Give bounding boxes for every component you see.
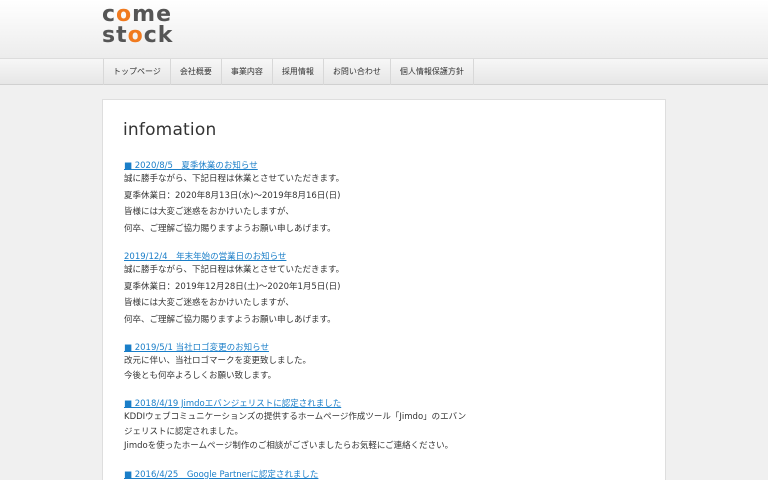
nav-item-top[interactable]: トップページ [103,59,171,85]
news-text: Jimdoを使ったホームページ制作のご相談がございましたらお気軽にご連絡ください… [124,441,454,451]
company-logo[interactable]: come stock [102,4,192,50]
logo-line-2: stock [102,23,174,48]
news-text: 改元に伴い、当社ロゴマークを変更致しました。 [124,356,312,366]
news-text: 誠に勝手ながら、下記日程は休業とさせていただきます。 [124,265,345,275]
news-title-link[interactable]: ■ 2018/4/19 Jimdoエバンジェリストに認定されました [124,398,644,410]
news-text: 誠に勝手ながら、下記日程は休業とさせていただきます。 [124,174,345,184]
nav-item-company[interactable]: 会社概要 [171,59,222,85]
news-entry: 2019/12/4 年末年始の営業日のお知らせ 誠に勝手ながら、下記日程は休業と… [124,251,644,327]
nav-menu: トップページ 会社概要 事業内容 採用情報 お問い合わせ 個人情報保護方針 [103,59,474,85]
news-title-link[interactable]: ■ 2016/4/25 Google Partnerに認定されました [124,469,644,480]
nav-item-recruit[interactable]: 採用情報 [273,59,324,85]
news-entry: ■ 2016/4/25 Google Partnerに認定されました [124,469,644,480]
nav-item-contact[interactable]: お問い合わせ [324,59,391,85]
news-text: ジェリストに認定されました。 [124,426,244,437]
page-title: infomation [123,120,217,140]
news-text: 何卒、ご理解ご協力賜りますようお願い申しあげます。 [124,314,336,325]
global-nav: トップページ 会社概要 事業内容 採用情報 お問い合わせ 個人情報保護方針 [0,58,768,85]
news-text: 皆様には大変ご迷惑をおかけいたしますが、 [124,207,294,217]
news-entry: ■ 2019/5/1 当社ロゴ変更のお知らせ 改元に伴い、当社ロゴマークを変更致… [124,342,644,383]
news-text: 夏季休業日：2020年8月13日(水)〜2019年8月16日(日) [124,190,341,201]
site-header: come stock [0,0,768,58]
news-text: KDDIウェブコミュニケーションズの提供するホームページ作成ツール「Jimdo」… [124,412,467,422]
logo-line-1: come [102,2,173,27]
news-list: ■ 2020/8/5 夏季休業のお知らせ 誠に勝手ながら、下記日程は休業とさせて… [124,160,644,480]
news-text: 何卒、ご理解ご協力賜りますようお願い申しあげます。 [124,223,336,234]
news-title-link[interactable]: 2019/12/4 年末年始の営業日のお知らせ [124,251,644,263]
nav-item-privacy[interactable]: 個人情報保護方針 [391,59,474,85]
nav-item-business[interactable]: 事業内容 [222,59,273,85]
news-title-link[interactable]: ■ 2020/8/5 夏季休業のお知らせ [124,160,644,172]
news-title-link[interactable]: ■ 2019/5/1 当社ロゴ変更のお知らせ [124,342,644,354]
news-entry: ■ 2020/8/5 夏季休業のお知らせ 誠に勝手ながら、下記日程は休業とさせて… [124,160,644,236]
news-text: 皆様には大変ご迷惑をおかけいたしますが、 [124,298,294,308]
news-entry: ■ 2018/4/19 Jimdoエバンジェリストに認定されました KDDIウェ… [124,398,644,454]
news-text: 夏季休業日：2019年12月28日(土)〜2020年1月5日(日) [124,281,341,292]
content-panel: infomation ■ 2020/8/5 夏季休業のお知らせ 誠に勝手ながら、… [102,99,666,480]
news-text: 今後とも何卒よろしくお願い致します。 [124,370,277,381]
